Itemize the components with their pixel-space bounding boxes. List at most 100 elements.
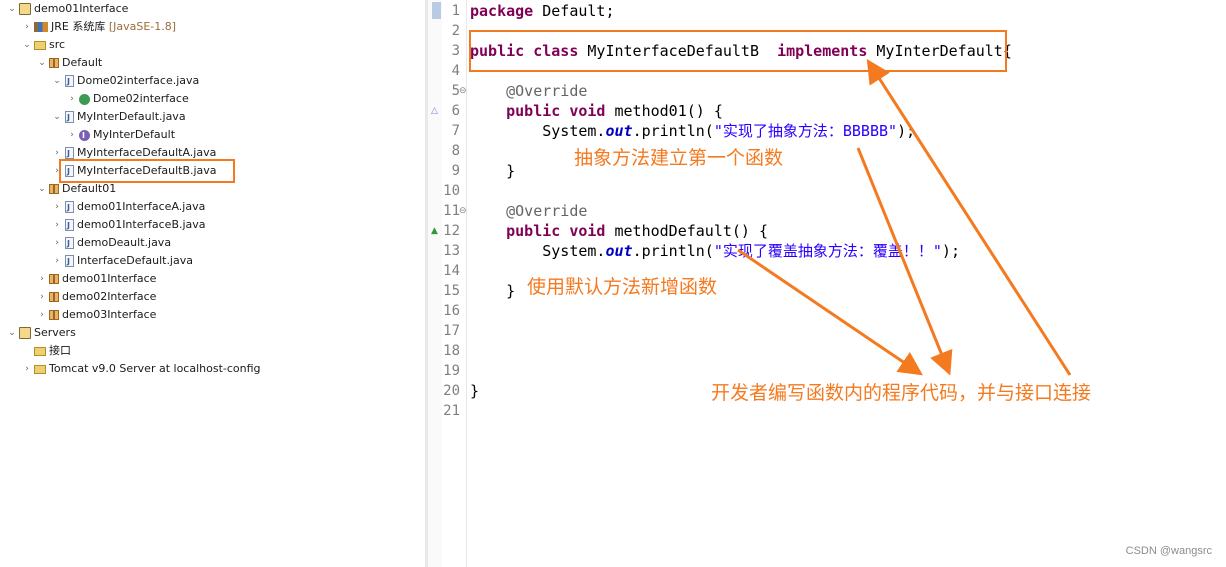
java-file-icon (65, 109, 74, 127)
tree-item-label: MyInterDefault.java (77, 110, 186, 123)
project-icon (19, 327, 31, 339)
annotation-note-abstract-method: 抽象方法建立第一个函数 (574, 147, 784, 169)
override-marker-icon[interactable]: ▲ (431, 221, 438, 241)
tree-item-demo01interfacea-java[interactable]: › demo01InterfaceA.java (51, 198, 205, 217)
chevron-right-icon[interactable]: › (51, 198, 63, 216)
code-line-12[interactable]: public void methodDefault() { (470, 221, 768, 241)
code-line-7[interactable]: System.out.println("实现了抽象方法：BBBBB"); (470, 121, 915, 141)
java-file-icon (65, 217, 74, 235)
tree-item-label: Default01 (62, 182, 117, 195)
tree-item-servers[interactable]: ⌄ Servers (6, 324, 76, 342)
string-literal: "实现了覆盖抽象方法：覆盖！！" (713, 242, 942, 260)
annotation-note-default-method: 使用默认方法新增函数 (527, 276, 718, 298)
tree-item-demo01interface-project[interactable]: ⌄ demo01Interface (6, 0, 128, 18)
code-text: .println( (632, 242, 714, 260)
library-icon (34, 22, 48, 32)
code-line-11[interactable]: @Override (470, 201, 587, 221)
tree-item-demodeault-java[interactable]: › demoDeault.java (51, 234, 172, 253)
watermark: CSDN @wangsrc (1125, 545, 1212, 557)
tree-item-interfacedefault-java[interactable]: › InterfaceDefault.java (51, 252, 193, 271)
code-text: method01() { (605, 102, 723, 120)
chevron-right-icon[interactable]: › (51, 234, 63, 252)
line-number: 1 (451, 3, 460, 19)
tree-item-dome02interface-class[interactable]: › Dome02interface (66, 90, 189, 108)
chevron-down-icon[interactable]: ⌄ (6, 0, 18, 18)
tree-item-label: MyInterDefault (93, 128, 176, 141)
tree-item-package-default[interactable]: ⌄ Default (36, 54, 102, 72)
tree-item-label: Default (62, 56, 103, 69)
tree-item-label: InterfaceDefault.java (77, 254, 193, 267)
line-number: 17 (443, 323, 460, 339)
annotation: @Override (506, 202, 588, 220)
folder-icon (34, 365, 46, 374)
line-number: 21 (443, 403, 460, 419)
tree-item-label: JRE 系统库 (51, 20, 106, 33)
code-text: ); (897, 122, 916, 140)
keyword: package (470, 2, 534, 20)
class-icon (79, 94, 90, 105)
line-number: 19 (443, 363, 460, 379)
chevron-right-icon[interactable]: › (36, 306, 48, 324)
tree-item-myinterdefault-java[interactable]: ⌄ MyInterDefault.java (51, 108, 186, 127)
chevron-down-icon[interactable]: ⌄ (6, 324, 18, 342)
tree-item-myinterdefault-interface[interactable]: › MyInterDefault (66, 126, 176, 145)
tree-item-package-demo03interface[interactable]: › demo03Interface (36, 306, 156, 324)
implements-marker-icon[interactable]: △ (431, 101, 438, 121)
folder-icon (34, 347, 46, 356)
line-number: 20 (443, 383, 460, 399)
chevron-down-icon[interactable]: ⌄ (51, 72, 63, 90)
chevron-down-icon[interactable]: ⌄ (36, 54, 48, 72)
fold-toggle-icon[interactable]: ⊖ (459, 81, 467, 101)
code-line-9[interactable]: } (470, 161, 515, 181)
code-text: } (470, 382, 480, 400)
code-line-5[interactable]: @Override (470, 81, 587, 101)
keyword: public (506, 222, 561, 240)
package-icon (49, 58, 59, 68)
chevron-right-icon[interactable]: › (51, 252, 63, 270)
tree-item-label: 接口 (49, 344, 71, 357)
tree-item-interface-folder[interactable]: 接口 (21, 342, 71, 360)
chevron-down-icon[interactable]: ⌄ (36, 180, 48, 198)
chevron-down-icon[interactable]: ⌄ (51, 108, 63, 126)
tree-item-dome02interface-java[interactable]: ⌄ Dome02interface.java (51, 72, 199, 91)
tree-item-tomcat-config[interactable]: › Tomcat v9.0 Server at localhost-config (21, 360, 260, 378)
tree-item-package-demo02interface[interactable]: › demo02Interface (36, 288, 156, 306)
code-line-1[interactable]: package Default; (470, 1, 615, 21)
tree-item-package-demo01interface[interactable]: › demo01Interface (36, 270, 156, 288)
line-number: 16 (443, 303, 460, 319)
tree-item-jre-library[interactable]: › JRE 系统库 [JavaSE-1.8] (21, 18, 176, 36)
line-number: 11 (443, 203, 460, 219)
chevron-right-icon[interactable]: › (36, 288, 48, 306)
chevron-down-icon[interactable]: ⌄ (21, 36, 33, 54)
tree-item-src[interactable]: ⌄ src (21, 36, 65, 54)
code-text: methodDefault() { (605, 222, 769, 240)
tree-item-label: demo01InterfaceB.java (77, 218, 206, 231)
chevron-right-icon[interactable]: › (21, 18, 33, 36)
line-number: 3 (451, 43, 460, 59)
chevron-right-icon[interactable]: › (66, 126, 78, 144)
string-literal: "实现了抽象方法：BBBBB" (713, 122, 898, 140)
code-text: System. (542, 242, 606, 260)
interface-icon (79, 127, 90, 145)
chevron-right-icon[interactable]: › (66, 90, 78, 108)
line-number: 13 (443, 243, 460, 259)
code-text: .println( (632, 122, 714, 140)
chevron-right-icon[interactable]: › (21, 360, 33, 378)
java-file-icon (65, 253, 74, 271)
package-explorer: ⌄ demo01Interface › JRE 系统库 [JavaSE-1.8] ⌄… (0, 0, 425, 567)
fold-toggle-icon[interactable]: ⊖ (459, 201, 467, 221)
code-line-13[interactable]: System.out.println("实现了覆盖抽象方法：覆盖！！"); (470, 241, 960, 261)
jre-version-tag: [JavaSE-1.8] (108, 20, 177, 33)
java-file-icon (65, 235, 74, 253)
static-field: out (605, 122, 633, 140)
chevron-right-icon[interactable]: › (51, 216, 63, 234)
code-line-6[interactable]: public void method01() { (470, 101, 723, 121)
tree-item-demo01interfaceb-java[interactable]: › demo01InterfaceB.java (51, 216, 206, 235)
code-line-15[interactable]: } (470, 281, 515, 301)
chevron-right-icon[interactable]: › (36, 270, 48, 288)
tree-item-label: demoDeault.java (77, 236, 172, 249)
code-line-20[interactable]: } (470, 381, 479, 401)
code-text: ); (941, 242, 960, 260)
tree-item-label: MyInterfaceDefaultA.java (77, 146, 217, 159)
line-number: 14 (443, 263, 460, 279)
